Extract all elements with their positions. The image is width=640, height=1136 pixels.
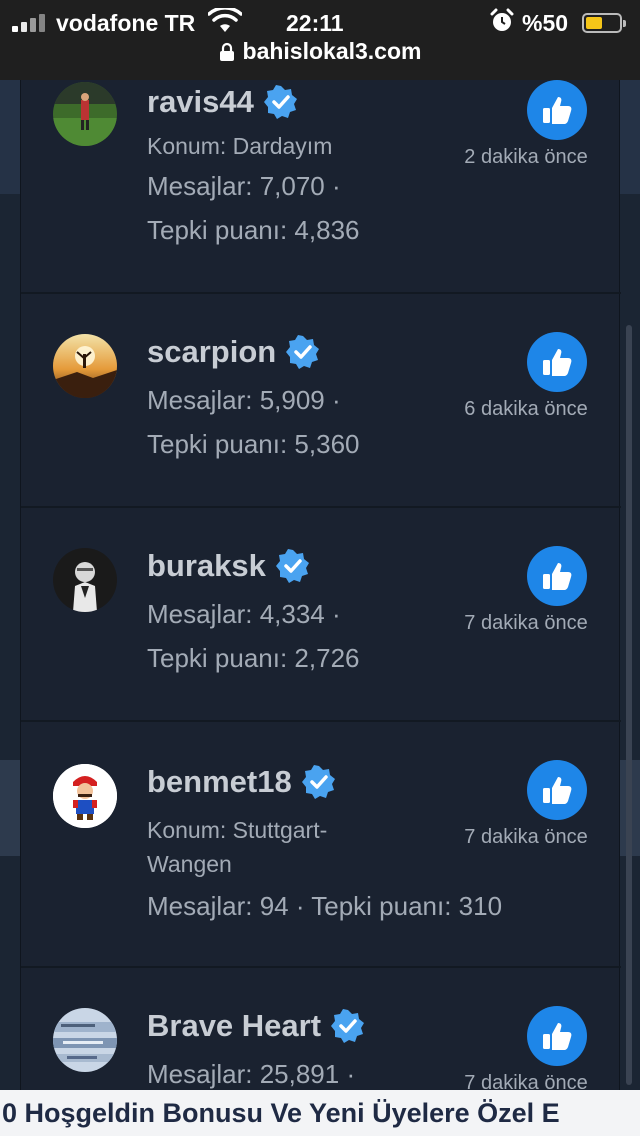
avatar[interactable] — [53, 82, 117, 146]
member-location: Konum: Dardayım — [147, 133, 333, 159]
alarm-icon — [490, 8, 514, 31]
thumbs-up-icon — [543, 97, 572, 124]
username[interactable]: benmet18 — [147, 764, 336, 800]
wifi-icon — [208, 8, 242, 32]
page-background-band — [0, 760, 22, 856]
verified-badge-icon — [263, 85, 297, 119]
member-card[interactable]: scarpion Mesajlar: 5,909 · Tepki puanı: … — [21, 294, 621, 508]
like-button[interactable] — [527, 1006, 587, 1066]
avatar[interactable] — [53, 334, 117, 398]
member-time: 7 dakika önce — [464, 1072, 588, 1090]
member-time: 6 dakika önce — [464, 398, 588, 420]
carrier-name: vodafone TR — [56, 10, 196, 36]
avatar[interactable] — [53, 764, 117, 828]
url-bar[interactable]: bahislokal3.com — [0, 38, 640, 74]
lock-icon — [219, 42, 234, 61]
clock: 22:11 — [286, 10, 344, 36]
ios-status-bar: vodafone TR 22:11 %50 bahislokal3.com — [0, 0, 640, 80]
member-card[interactable]: Brave Heart Mesajlar: 25,891 · 7 dakika … — [21, 968, 621, 1090]
member-time: 7 dakika önce — [464, 826, 588, 848]
member-reactions: Tepki puanı: 4,836 — [147, 215, 360, 245]
member-reactions: Tepki puanı: 2,726 — [147, 643, 360, 673]
member-messages: Mesajlar: 25,891 · — [147, 1059, 356, 1089]
verified-badge-icon — [301, 765, 335, 799]
like-button[interactable] — [527, 332, 587, 392]
member-reactions: Tepki puanı: 5,360 — [147, 429, 360, 459]
member-time: 7 dakika önce — [464, 612, 588, 634]
avatar[interactable] — [53, 548, 117, 612]
battery-percent: %50 — [522, 10, 569, 36]
thumbs-up-icon — [543, 1023, 572, 1050]
like-button[interactable] — [527, 80, 587, 140]
panel-scrollbar[interactable] — [626, 325, 632, 1085]
member-messages: Mesajlar: 4,334 · — [147, 599, 341, 629]
verified-badge-icon — [331, 1009, 365, 1043]
like-button[interactable] — [527, 546, 587, 606]
member-time: 2 dakika önce — [464, 146, 588, 168]
username[interactable]: buraksk — [147, 548, 310, 584]
member-location-line2: Wangen — [147, 851, 232, 877]
thumbs-up-icon — [543, 349, 572, 376]
username-text[interactable]: benmet18 — [147, 764, 292, 800]
like-button[interactable] — [527, 760, 587, 820]
username-text[interactable]: buraksk — [147, 548, 266, 584]
username-text[interactable]: Brave Heart — [147, 1008, 321, 1044]
members-overlay-panel: ravis44 Konum: Dardayım Mesajlar: 7,070 … — [20, 80, 621, 1090]
signal-icon — [12, 12, 52, 32]
verified-badge-icon — [286, 335, 320, 369]
verified-badge-icon — [275, 549, 309, 583]
member-card[interactable]: benmet18 Konum: Stuttgart- Wangen Mesajl… — [21, 722, 621, 968]
battery-icon — [582, 13, 626, 33]
member-stats: Mesajlar: 94 · Tepki puanı: 310 — [147, 891, 503, 921]
promo-ticker[interactable]: 0 Hoşgeldin Bonusu Ve Yeni Üyelere Özel … — [0, 1090, 640, 1136]
username[interactable]: Brave Heart — [147, 1008, 365, 1044]
member-messages: Mesajlar: 5,909 · — [147, 385, 341, 415]
username[interactable]: ravis44 — [147, 84, 298, 120]
avatar[interactable] — [53, 1008, 117, 1072]
member-card[interactable]: ravis44 Konum: Dardayım Mesajlar: 7,070 … — [21, 80, 621, 294]
username[interactable]: scarpion — [147, 334, 320, 370]
member-card[interactable]: buraksk Mesajlar: 4,334 · Tepki puanı: 2… — [21, 508, 621, 722]
page-content: ravis44 Konum: Dardayım Mesajlar: 7,070 … — [0, 80, 640, 1090]
username-text[interactable]: ravis44 — [147, 84, 254, 120]
ticker-text[interactable]: 0 Hoşgeldin Bonusu Ve Yeni Üyelere Özel … — [2, 1098, 560, 1129]
url-text: bahislokal3.com — [242, 38, 422, 64]
member-messages: Mesajlar: 7,070 · — [147, 171, 341, 201]
thumbs-up-icon — [543, 563, 572, 590]
username-text[interactable]: scarpion — [147, 334, 276, 370]
thumbs-up-icon — [543, 777, 572, 804]
